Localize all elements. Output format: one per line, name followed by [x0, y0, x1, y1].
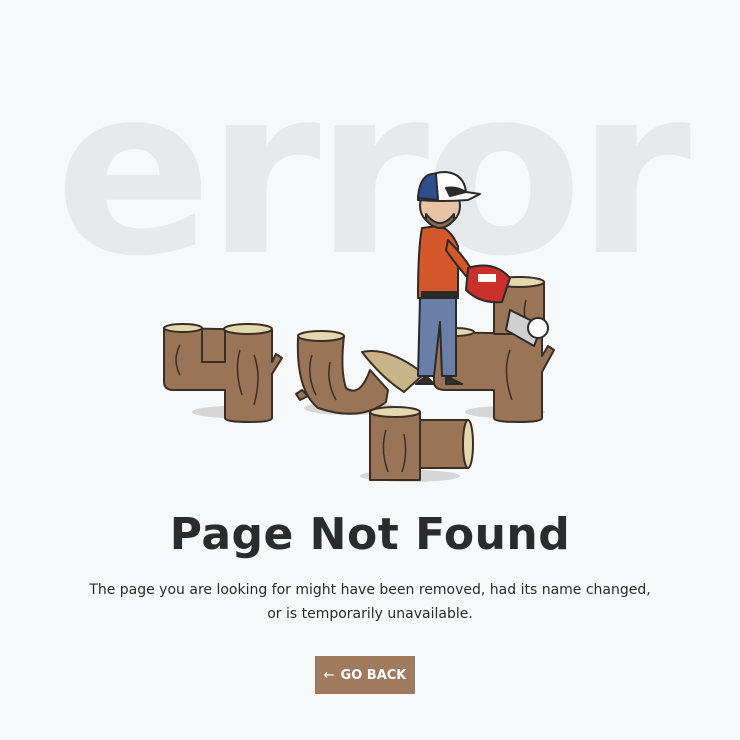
- fallen-logs: [369, 406, 474, 481]
- error-message: The page you are looking for might have …: [70, 578, 670, 626]
- go-back-button[interactable]: ← GO BACK: [315, 656, 415, 694]
- log-digit-0: [295, 330, 425, 415]
- error-message-line-2: or is temporarily unavailable.: [267, 606, 473, 622]
- arrow-left-icon: ←: [323, 667, 335, 683]
- page-title: Page Not Found: [169, 509, 571, 560]
- lumberjack-404-illustration: [163, 171, 555, 482]
- error-page: error Page Not Found The page you are lo…: [0, 0, 740, 740]
- go-back-label: GO BACK: [340, 667, 407, 683]
- error-message-line-1: The page you are looking for might have …: [89, 582, 651, 598]
